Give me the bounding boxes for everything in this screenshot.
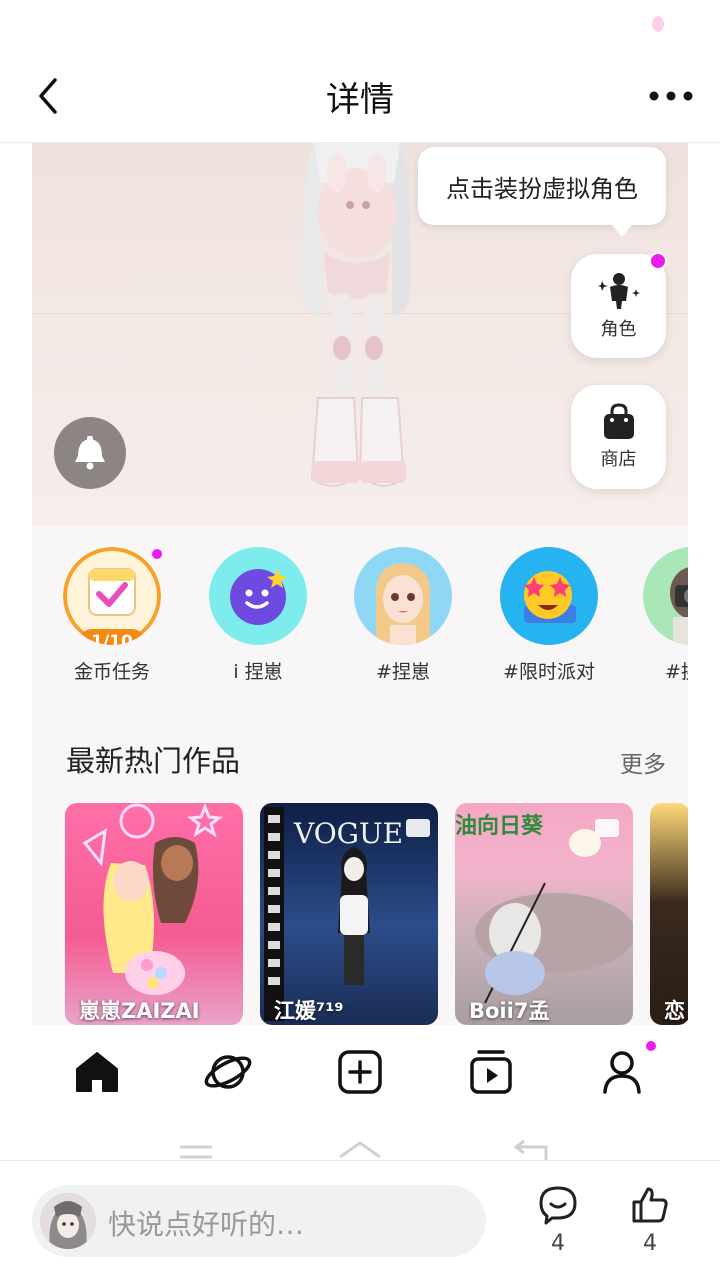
hot-works-row: 崽崽ZAIZAI VOGUE 江媛⁷¹⁹ 油向日葵 Boii7孟 恋 — [32, 803, 688, 1025]
shortcut-label: #限时派对 — [503, 661, 595, 683]
shortcut-label: i 捏崽 — [233, 661, 283, 683]
role-label: 角色 — [600, 319, 637, 340]
character-icon — [597, 273, 640, 309]
shortcut-i-niezai[interactable]: i 捏崽 — [198, 547, 318, 684]
like-action[interactable]: 4 — [620, 1185, 680, 1256]
comment-bubble-icon — [539, 1186, 577, 1225]
status-indicator — [652, 16, 664, 32]
shortcut-row: 1/10 金币任务 i 捏崽 #捏崽 #限时派对 # — [32, 547, 688, 697]
notification-button[interactable] — [54, 417, 126, 489]
video-icon[interactable] — [466, 1047, 516, 1097]
system-nav — [32, 1115, 688, 1160]
work-thumbnail: VOGUE — [264, 807, 430, 1021]
shortcut-label: #捏崽 — [376, 661, 430, 683]
work-thumbnail: 油向日葵 — [455, 813, 633, 1004]
more-link[interactable]: 更多 — [620, 745, 666, 779]
add-icon[interactable] — [335, 1047, 385, 1097]
role-notification-dot — [649, 252, 667, 270]
shortcut-label: #换装 — [665, 661, 688, 683]
user-avatar — [40, 1193, 96, 1249]
task-notification-dot — [152, 549, 162, 559]
role-button[interactable]: 角色 — [571, 254, 666, 358]
system-nav-icons — [180, 1139, 548, 1160]
avatar-figure — [301, 143, 411, 487]
avatar-stage: 点击装扮虚拟角色 角色 商店 — [32, 143, 688, 526]
avatar-girl-icon — [354, 547, 452, 645]
post-image[interactable]: 点击装扮虚拟角色 角色 商店 1/10 金币任务 i 捏崽 #捏崽 #限时派对 … — [32, 143, 688, 1160]
section-title: 最新热门作品 — [66, 744, 241, 778]
shop-button[interactable]: 商店 — [571, 385, 666, 489]
camera-girl-icon — [643, 547, 688, 645]
work-card[interactable]: 油向日葵 Boii7孟 — [455, 803, 633, 1025]
work-author: 恋 — [664, 999, 685, 1023]
top-bar: 详情 — [0, 0, 720, 143]
app-bottom-nav — [32, 1025, 688, 1115]
page-title: 详情 — [326, 80, 394, 120]
comment-input[interactable]: 快说点好听的… — [32, 1185, 486, 1257]
sunflower-overlay: 油向日葵 — [455, 813, 544, 839]
dress-up-tooltip: 点击装扮虚拟角色 — [418, 147, 666, 237]
profile-icon[interactable] — [597, 1047, 647, 1097]
smiley-planet-icon — [209, 547, 307, 645]
profile-notification-dot — [646, 1041, 656, 1051]
shortcut-label: 金币任务 — [73, 661, 150, 683]
work-card[interactable]: 恋 — [650, 803, 688, 1025]
like-count: 4 — [643, 1231, 657, 1256]
home-icon[interactable] — [72, 1047, 122, 1097]
shortcut-dress-up[interactable]: #换装 — [632, 547, 688, 684]
shortcut-coin-task[interactable]: 1/10 金币任务 — [52, 547, 172, 684]
shortcut-party[interactable]: #限时派对 — [489, 547, 609, 684]
work-author: 江媛⁷¹⁹ — [274, 999, 344, 1023]
work-card[interactable]: VOGUE 江媛⁷¹⁹ — [260, 803, 438, 1025]
vogue-overlay: VOGUE — [293, 817, 403, 850]
comment-bar: 快说点好听的… 4 4 — [0, 1160, 720, 1281]
more-dots-icon — [649, 91, 693, 101]
planet-icon[interactable] — [203, 1047, 253, 1097]
comment-placeholder: 快说点好听的… — [108, 1208, 305, 1241]
star-eyes-emoji-icon — [500, 547, 598, 645]
task-progress-badge: 1/10 — [79, 629, 145, 645]
thumbs-up-icon — [632, 1187, 668, 1223]
work-card[interactable]: 崽崽ZAIZAI — [65, 803, 243, 1025]
comment-count: 4 — [551, 1231, 565, 1256]
shop-label: 商店 — [600, 449, 637, 470]
work-thumbnail — [82, 803, 223, 995]
coin-task-icon: 1/10 — [63, 547, 161, 645]
shopping-bag-icon — [603, 403, 634, 439]
work-author: 崽崽ZAIZAI — [79, 999, 200, 1023]
work-author: Boii7孟 — [469, 999, 550, 1023]
comment-action[interactable]: 4 — [528, 1185, 588, 1256]
shortcut-niezai-tag[interactable]: #捏崽 — [343, 547, 463, 684]
bell-icon — [75, 436, 105, 470]
more-button[interactable] — [648, 78, 694, 114]
